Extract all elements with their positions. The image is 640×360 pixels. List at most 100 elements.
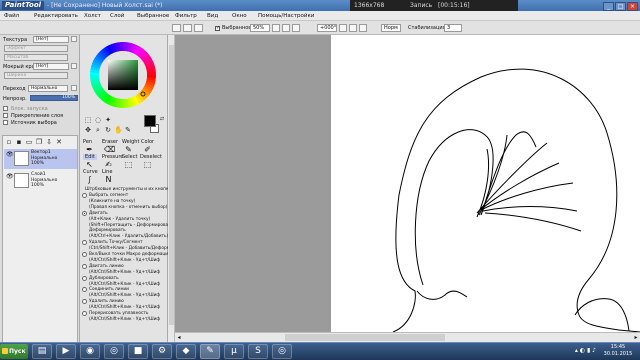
rotation-field[interactable]: +000° [317,24,337,32]
canvas-page[interactable] [331,35,640,332]
taskbar-media-icon[interactable]: ▶ [56,344,76,359]
taskbar-minecraft-icon[interactable]: ■ [128,344,148,359]
select-tool-button[interactable] [172,24,181,32]
eye-icon[interactable]: 👁 [6,151,14,158]
color-tool-icon[interactable]: ✐ [143,145,152,154]
zoom-out-button[interactable] [272,24,280,32]
menu-canvas[interactable]: Холст [84,11,101,21]
hint-radio[interactable] [82,275,87,281]
scroll-right-icon[interactable]: ▸ [632,333,640,342]
layer-item-layer1[interactable]: 👁 Слой1 Нормально 100% [4,171,77,191]
zoom-reset-button[interactable] [292,24,300,32]
mode-select[interactable]: Норм [381,24,401,32]
blend-toggle[interactable] [71,85,77,91]
curve-tool-icon[interactable]: ∫ [85,175,94,184]
swap-colors-icon[interactable]: ⇄ [158,115,166,123]
clip-checkbox[interactable] [3,113,8,118]
opacity-slider[interactable]: 100% [30,95,78,101]
taskbar-folder-icon[interactable]: ▤ [32,344,52,359]
new-layer-icon[interactable]: ▫ [5,138,13,146]
taskbar-utorrent-icon[interactable]: µ [224,344,244,359]
magic-wand-icon[interactable]: ✦ [104,116,112,124]
deselect-tool-icon[interactable]: ⬚ [143,160,152,169]
pen-tool-icon[interactable]: ✒ [85,145,94,154]
rotate-reset-button[interactable] [359,24,367,32]
taskbar-gear-icon[interactable]: ⚙ [152,344,172,359]
source-checkbox[interactable] [3,120,8,125]
line-tool-icon[interactable]: N [104,175,113,184]
layer-item-vector1[interactable]: 👁 Вектор1 Нормально 100% [4,149,77,169]
hint-radio[interactable] [82,252,87,257]
new-folder-icon[interactable]: ▭ [25,138,33,146]
stabilizer-select[interactable]: 3 [444,24,462,32]
zoom-field[interactable]: 50% [250,24,270,32]
tray-icons[interactable]: ▴ ◐ ▮ ♪ [575,347,596,354]
scrollbar-thumb[interactable] [169,45,174,325]
rotate-left-button[interactable] [339,24,347,32]
menu-edit[interactable]: Редактировать [34,11,78,21]
edit-tool-icon[interactable]: ↖ [85,160,94,169]
start-button[interactable]: Пуск [0,344,28,359]
select-rect-icon[interactable]: ⬚ [84,116,92,124]
layer-thumbnail [14,151,29,166]
blend-mode-select[interactable]: Нормально [28,85,68,92]
wet-edge-width-slider[interactable]: Ширина [4,72,68,79]
deselect-button[interactable] [183,24,192,32]
tool-panel-scrollbar[interactable] [168,35,175,342]
eye-icon[interactable]: 👁 [6,173,14,180]
wet-edge-toggle[interactable] [71,63,77,69]
weight-tool-icon[interactable]: ✎ [124,145,133,154]
close-button[interactable]: × [627,2,638,11]
texture-select[interactable]: [Нет] [33,36,69,43]
select-tool-icon[interactable]: ⬚ [124,160,133,169]
hand-icon[interactable]: ✋ [114,126,123,134]
texture-effect-slider[interactable]: Эффект [4,45,68,52]
scroll-left-icon[interactable]: ◂ [175,333,183,342]
menu-layer[interactable]: Слой [110,11,124,21]
merge-down-icon[interactable]: ⇩ [45,138,53,146]
guard-checkbox[interactable] [3,106,8,111]
window-controls: _ □ × [602,1,638,11]
taskbar-chrome2-icon[interactable]: ◎ [272,344,292,359]
clock[interactable]: 15:45 30.01.2015 [602,344,634,358]
hscroll-thumb[interactable] [285,334,445,341]
menu-file[interactable]: Файл [4,11,19,21]
hint-radio[interactable] [82,263,87,269]
hint-radio[interactable] [82,210,87,216]
zoom-in-button[interactable] [282,24,290,32]
menu-selection[interactable]: Выбранное [137,11,169,21]
delete-layer-icon[interactable]: ✕ [55,138,63,146]
eraser-tool-icon[interactable]: ⌫ [104,145,115,154]
texture-scale-slider[interactable]: Масштаб [4,54,68,61]
taskbar-paint-icon[interactable]: ✎ [200,344,220,359]
wet-edge-select[interactable]: [Нет] [33,63,69,70]
zoom-icon[interactable]: ⌕ [94,126,102,134]
canvas-hscrollbar[interactable]: ◂ ▸ [175,332,640,342]
pressure-tool-icon[interactable]: ✍ [104,160,113,169]
color-wheel[interactable] [80,35,168,115]
lasso-icon[interactable]: ◌ [94,116,102,124]
taskbar-skype-icon[interactable]: S [248,344,268,359]
move-icon[interactable]: ✥ [84,126,92,134]
canvas-area[interactable] [175,35,640,332]
taskbar-app-icon[interactable]: ◆ [176,344,196,359]
maximize-button[interactable]: □ [615,2,626,11]
hint-radio[interactable] [82,193,87,198]
invert-button[interactable] [194,24,203,32]
menu-view[interactable]: Вид [207,11,218,21]
minimize-button[interactable]: _ [603,2,614,11]
taskbar-firefox-icon[interactable]: ◉ [80,344,100,359]
rotate-icon[interactable]: ↻ [104,126,112,134]
hint-radio[interactable] [82,311,87,316]
selection-checkbox[interactable]: ✓ [215,26,220,31]
rotate-right-button[interactable] [349,24,357,32]
texture-toggle[interactable] [71,36,77,42]
taskbar-chrome-icon[interactable]: ◎ [104,344,124,359]
new-vector-layer-icon[interactable]: ▪ [15,138,23,146]
copy-layer-icon[interactable]: ❐ [35,138,43,146]
primary-color-swatch[interactable] [144,115,156,127]
eyedropper-icon[interactable]: ✎ [124,126,132,134]
menu-window[interactable]: Окно [232,11,247,21]
menu-filter[interactable]: Фильтр [175,11,197,21]
menu-help-settings[interactable]: Помощь/Настройки [258,11,314,21]
